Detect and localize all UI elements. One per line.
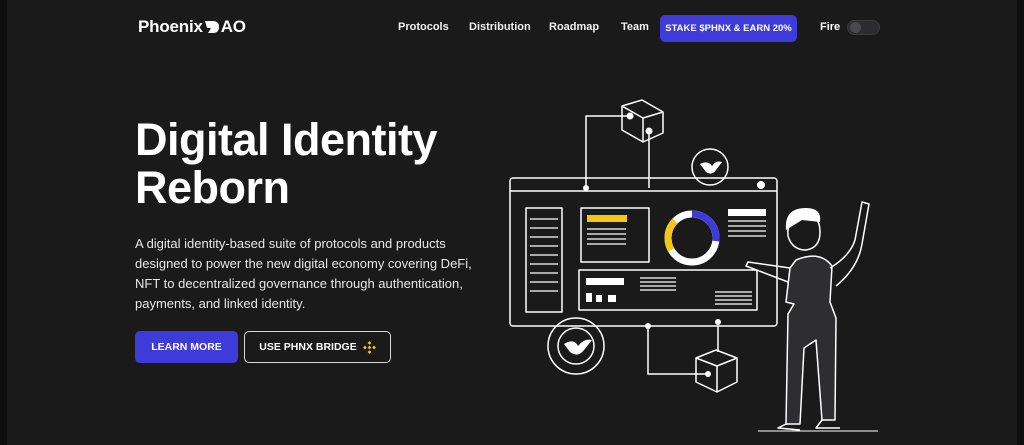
phoenix-bird-icon-large xyxy=(564,339,592,355)
hero-title-line2: Reborn xyxy=(135,162,290,213)
right-edge xyxy=(1017,0,1024,445)
nav-link-team[interactable]: Team xyxy=(621,21,649,33)
binance-icon xyxy=(362,340,376,354)
bridge-button-label: USE PHNX BRIDGE xyxy=(259,341,357,353)
learn-more-button[interactable]: LEARN MORE xyxy=(135,331,238,363)
bottom-cube-icon xyxy=(695,349,738,393)
donut-chart xyxy=(664,210,720,266)
top-cube-icon xyxy=(621,99,664,143)
phoenix-d-icon xyxy=(204,21,219,33)
phoenix-bird-icon xyxy=(700,161,722,174)
theme-toggle[interactable] xyxy=(847,20,880,35)
bridge-button[interactable]: USE PHNX BRIDGE xyxy=(244,331,391,363)
hero-title: Digital Identity Reborn xyxy=(135,116,535,212)
dashboard-illustration xyxy=(509,99,878,432)
left-edge xyxy=(0,0,7,445)
brand-logo[interactable]: Phoenix AO xyxy=(138,17,246,37)
brand-name-end: AO xyxy=(220,17,246,36)
nav-link-distribution[interactable]: Distribution xyxy=(469,21,531,33)
nav-link-protocols[interactable]: Protocols xyxy=(398,21,449,33)
hero-title-line1: Digital Identity xyxy=(135,114,438,165)
hero-description: A digital identity-based suite of protoc… xyxy=(135,236,472,311)
toggle-knob xyxy=(850,22,861,33)
nav-link-roadmap[interactable]: Roadmap xyxy=(549,21,599,33)
stake-button[interactable]: STAKE $PHNX & EARN 20% xyxy=(660,15,797,42)
top-navigation: Phoenix AO Protocols Distribution Roadma… xyxy=(0,0,1024,56)
theme-label: Fire xyxy=(820,21,841,33)
brand-name-start: Phoenix xyxy=(138,17,203,36)
